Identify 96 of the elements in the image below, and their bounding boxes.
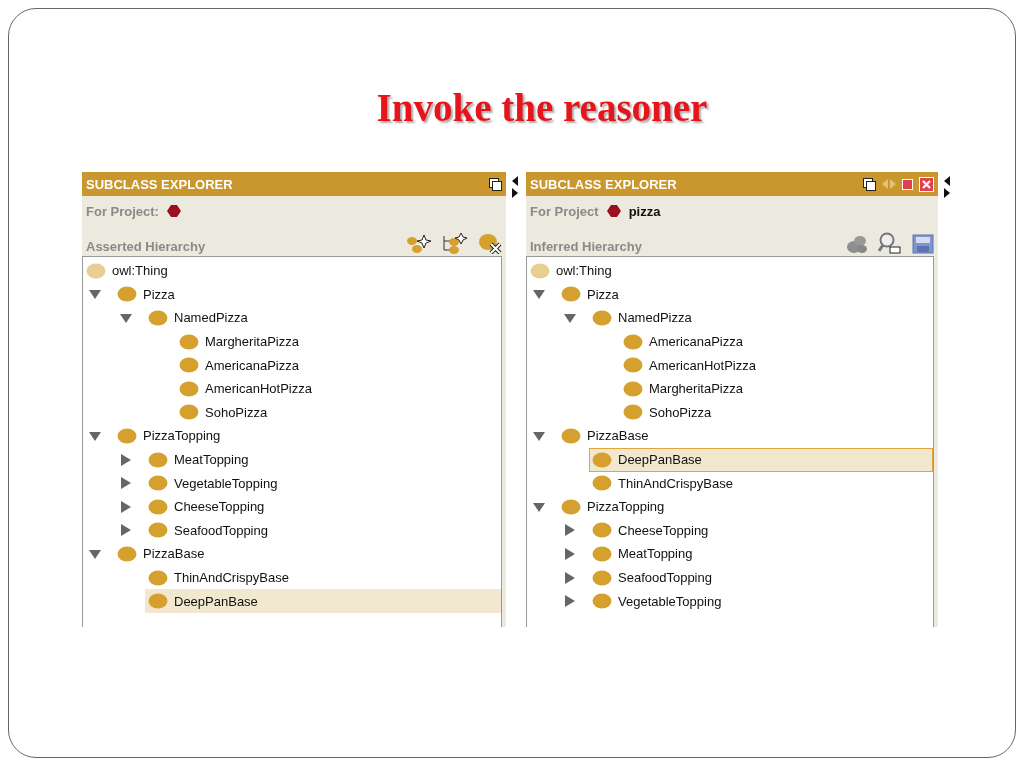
class-icon: [117, 427, 137, 444]
restore-window-icon[interactable]: [489, 177, 502, 191]
project-label: For Project: [530, 203, 599, 219]
maximize-icon[interactable]: [902, 178, 913, 190]
tree-item[interactable]: AmericanaPizza: [176, 353, 501, 378]
close-icon[interactable]: [919, 176, 934, 192]
tree-item[interactable]: DeepPanBase: [589, 447, 933, 472]
project-label: For Project:: [86, 203, 159, 219]
search-icon[interactable]: [878, 232, 902, 254]
class-icon: [561, 498, 581, 515]
class-icon: [148, 498, 168, 515]
class-icon: [179, 404, 199, 421]
tree-item[interactable]: owl:Thing: [83, 258, 169, 283]
expand-arrow-icon[interactable]: [120, 453, 132, 466]
class-icon: [117, 286, 137, 303]
class-icon: [592, 475, 612, 492]
expand-arrow-icon[interactable]: [564, 571, 576, 584]
class-icon: [148, 593, 168, 610]
class-icon: [592, 593, 612, 610]
tree-item[interactable]: PizzaBase: [558, 423, 933, 448]
tree-item[interactable]: VegetableTopping: [145, 471, 501, 496]
class-icon: [592, 451, 612, 468]
class-icon: [623, 404, 643, 421]
class-icon: [148, 310, 168, 326]
class-icon: [179, 333, 199, 350]
class-icon: [117, 545, 137, 562]
delete-class-icon[interactable]: [478, 232, 502, 254]
tree-item[interactable]: AmericanHotPizza: [620, 353, 933, 378]
tree-item[interactable]: CheeseTopping: [589, 518, 933, 543]
tree-item[interactable]: CheeseTopping: [145, 494, 501, 519]
collapse-arrow-icon[interactable]: [89, 288, 101, 301]
panel-title: SUBCLASS EXPLORER: [530, 176, 678, 192]
project-name: pizza: [628, 203, 661, 219]
class-icon: [179, 357, 199, 374]
class-icon: [561, 427, 581, 444]
expand-arrow-icon[interactable]: [120, 524, 132, 537]
expand-arrow-icon[interactable]: [564, 524, 576, 537]
tree-item[interactable]: SohoPizza: [176, 400, 501, 425]
tree-item[interactable]: NamedPizza: [589, 306, 933, 330]
class-icon: [148, 451, 168, 468]
tree-item[interactable]: PizzaBase: [114, 541, 501, 566]
collapse-arrow-icon[interactable]: [533, 288, 545, 301]
tree-item[interactable]: SeafoodTopping: [145, 518, 501, 543]
class-icon: [592, 569, 612, 586]
collapse-arrow-icon[interactable]: [120, 312, 132, 324]
hierarchy-label: Asserted Hierarchy: [86, 239, 206, 254]
tree-item[interactable]: MeatTopping: [145, 447, 501, 472]
tree-item[interactable]: NamedPizza: [145, 306, 501, 330]
restore-window-icon[interactable]: [863, 177, 876, 191]
project-icon: [606, 205, 621, 217]
collapse-arrow-icon[interactable]: [533, 500, 545, 513]
class-icon: [148, 522, 168, 539]
tree-item[interactable]: MeatTopping: [589, 541, 933, 566]
expand-arrow-icon[interactable]: [564, 547, 576, 560]
class-icon: [623, 380, 643, 397]
class-icon: [179, 380, 199, 397]
tree-item[interactable]: AmericanHotPizza: [176, 376, 501, 401]
class-icon: [623, 357, 643, 374]
class-icon: [623, 333, 643, 350]
tree-item[interactable]: DeepPanBase: [145, 589, 501, 614]
classify-icon[interactable]: [846, 234, 868, 254]
expand-arrow-icon[interactable]: [564, 595, 576, 608]
collapse-arrow-icon[interactable]: [89, 429, 101, 442]
class-icon: [148, 569, 168, 586]
add-subclass-icon[interactable]: [406, 234, 432, 254]
add-sibling-icon[interactable]: [442, 232, 468, 254]
expand-arrow-icon[interactable]: [120, 500, 132, 513]
tree-item[interactable]: AmericanaPizza: [620, 329, 933, 354]
class-icon: [592, 545, 612, 562]
collapse-arrow-icon[interactable]: [89, 547, 101, 560]
tree-item[interactable]: Pizza: [114, 282, 501, 307]
tree-item[interactable]: PizzaTopping: [558, 494, 933, 519]
collapse-arrow-icon[interactable]: [564, 312, 576, 324]
tree-item[interactable]: PizzaTopping: [114, 423, 501, 448]
panel-title: SUBCLASS EXPLORER: [86, 176, 234, 192]
tree-item[interactable]: MargheritaPizza: [176, 329, 501, 354]
tree-item[interactable]: ThinAndCrispyBase: [145, 565, 501, 590]
tree-item[interactable]: owl:Thing: [527, 258, 613, 283]
save-icon[interactable]: [912, 234, 934, 254]
class-icon: [86, 262, 106, 279]
class-icon: [148, 475, 168, 492]
tree-item[interactable]: SeafoodTopping: [589, 565, 933, 590]
tree-item[interactable]: ThinAndCrispyBase: [589, 471, 933, 496]
class-icon: [561, 286, 581, 303]
tree-item[interactable]: VegetableTopping: [589, 589, 933, 614]
project-icon: [166, 205, 181, 217]
slide-title: Invoke the reasoner: [376, 85, 708, 130]
tree-item[interactable]: MargheritaPizza: [620, 376, 933, 401]
class-icon: [592, 522, 612, 539]
tree-item[interactable]: Pizza: [558, 282, 933, 307]
class-icon: [530, 262, 550, 279]
expand-arrow-icon[interactable]: [120, 477, 132, 490]
tree-item[interactable]: SohoPizza: [620, 400, 933, 425]
collapse-arrow-icon[interactable]: [533, 429, 545, 442]
class-icon: [592, 310, 612, 326]
hierarchy-label: Inferred Hierarchy: [530, 239, 642, 254]
